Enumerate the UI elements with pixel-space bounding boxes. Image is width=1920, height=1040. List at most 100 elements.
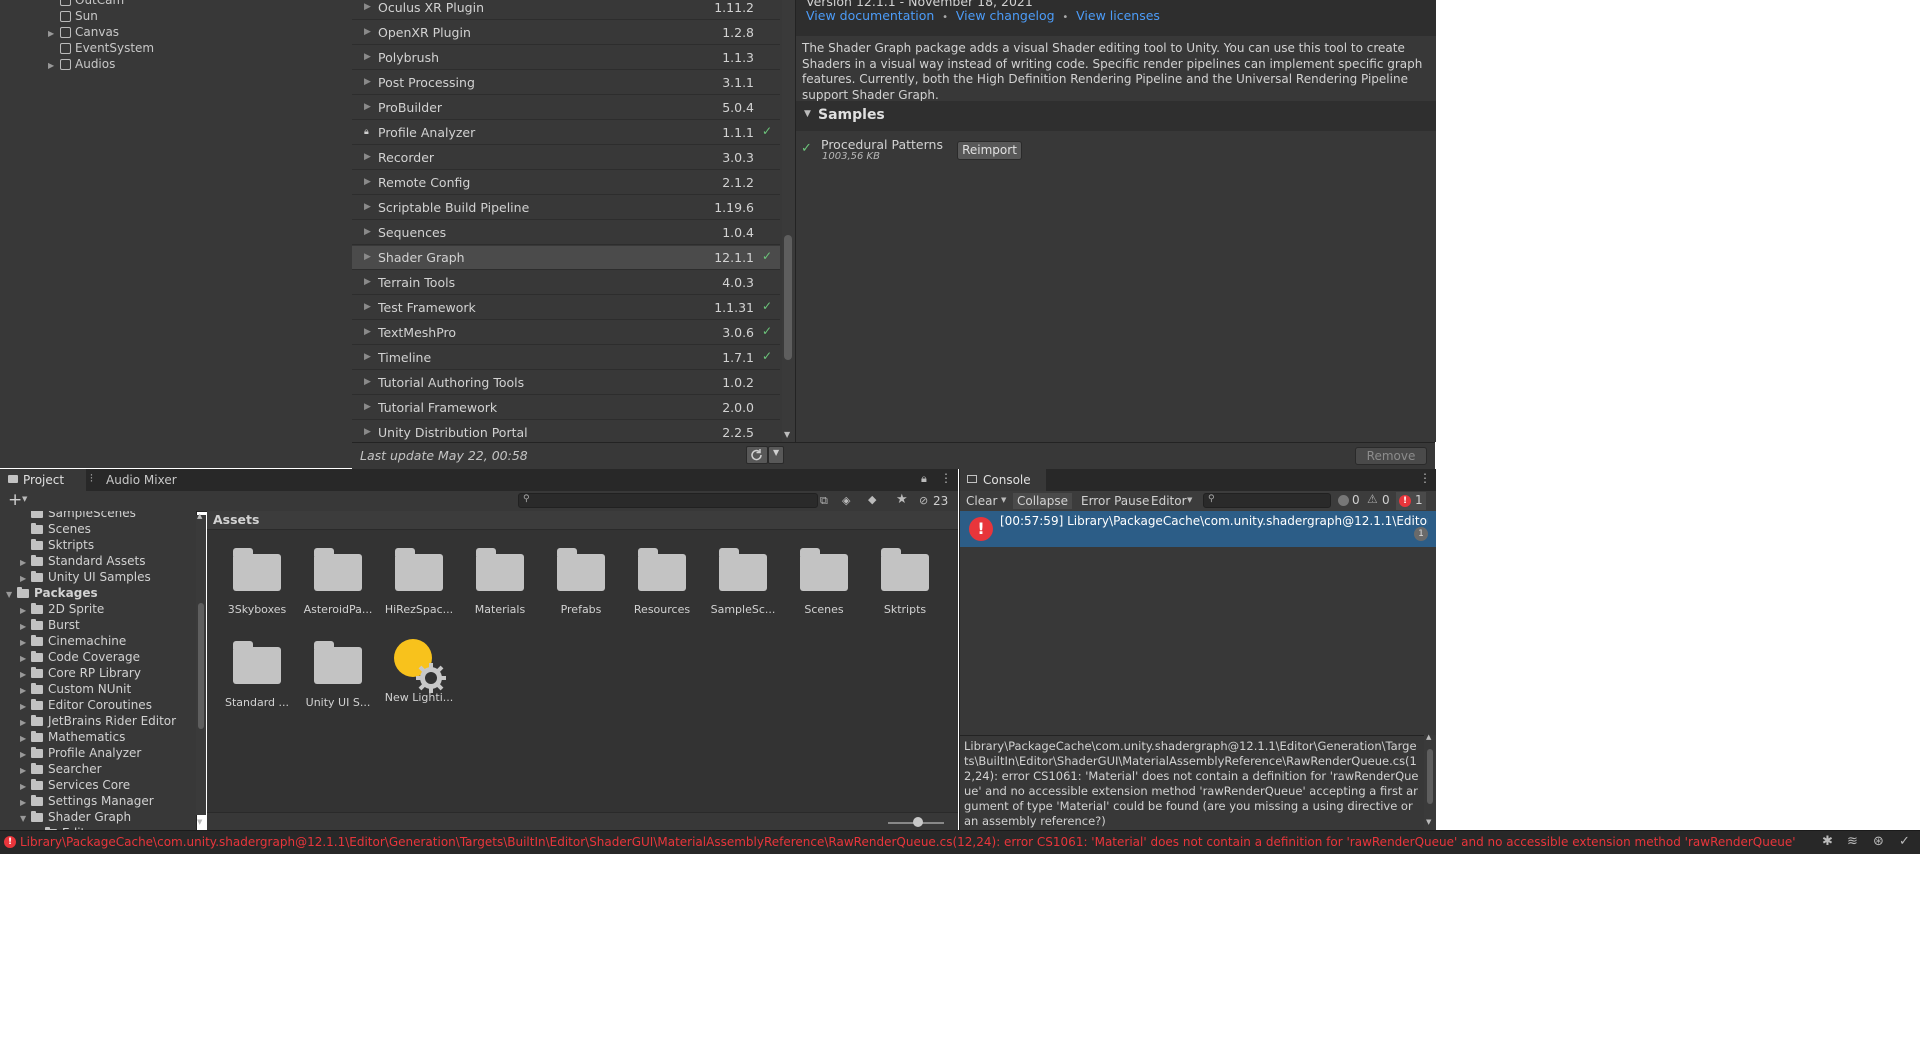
- scroll-up-arrow-icon[interactable]: ▲: [1426, 733, 1431, 741]
- favorite-star-icon[interactable]: ★: [896, 492, 908, 507]
- more-options-icon[interactable]: ⋮: [940, 471, 952, 485]
- expand-arrow-icon[interactable]: ▶: [364, 2, 371, 12]
- package-row[interactable]: ▶ Scriptable Build Pipeline 1.19.6: [352, 196, 780, 220]
- folder-tree-item[interactable]: ▶ 2D Sprite: [20, 601, 104, 617]
- remove-button[interactable]: Remove: [1355, 447, 1427, 465]
- add-icon[interactable]: +: [8, 490, 22, 510]
- status-bar[interactable]: ! Library\PackageCache\com.unity.shaderg…: [0, 830, 1920, 854]
- expand-arrow-icon[interactable]: ▶: [364, 302, 371, 312]
- progress-check-icon[interactable]: ✓: [1899, 834, 1910, 849]
- package-row[interactable]: ▶ Test Framework 1.1.31 ✓: [352, 296, 780, 320]
- expand-arrow-icon[interactable]: ▶: [364, 177, 371, 187]
- scroll-up-arrow-icon[interactable]: ▲: [197, 512, 202, 520]
- editor-target-dropdown[interactable]: Editor: [1147, 493, 1191, 509]
- package-row[interactable]: ▶ Shader Graph 12.1.1 ✓: [352, 246, 780, 270]
- expand-arrow-icon[interactable]: ▶: [364, 27, 371, 37]
- expand-arrow-icon[interactable]: ▶: [364, 77, 371, 87]
- package-row[interactable]: ▶ TextMeshPro 3.0.6 ✓: [352, 321, 780, 345]
- view-licenses-link[interactable]: View licenses: [1076, 8, 1160, 23]
- package-row[interactable]: ▶ Terrain Tools 4.0.3: [352, 271, 780, 295]
- package-row[interactable]: ▶ ProBuilder 5.0.4: [352, 96, 780, 120]
- refresh-dropdown-button[interactable]: ▼: [768, 446, 784, 464]
- folder-tree-item[interactable]: ▶ Custom NUnit: [20, 681, 131, 697]
- error-pause-toggle[interactable]: Error Pause: [1077, 493, 1153, 509]
- folder-tree-item[interactable]: ▶ Editor Coroutines: [20, 697, 152, 713]
- scroll-down-arrow-icon[interactable]: ▼: [197, 818, 202, 826]
- package-row[interactable]: ▶ Recorder 3.0.3: [352, 146, 780, 170]
- lock-icon[interactable]: 🔒︎: [921, 472, 927, 486]
- package-row[interactable]: ▶ Timeline 1.7.1 ✓: [352, 346, 780, 370]
- tab-project[interactable]: Project: [0, 469, 86, 491]
- reimport-button[interactable]: Reimport: [957, 141, 1022, 160]
- auto-generate-lighting-icon[interactable]: ⊛: [1873, 834, 1884, 849]
- view-documentation-link[interactable]: View documentation: [806, 8, 934, 23]
- zoom-slider-handle[interactable]: [913, 817, 923, 827]
- log-filter-toggle[interactable]: 0: [1336, 493, 1364, 509]
- foldout-expanded-icon[interactable]: ▼: [20, 811, 31, 827]
- folder-tree-item[interactable]: ▶ Services Core: [20, 777, 130, 793]
- package-row[interactable]: 🔒︎ Profile Analyzer 1.1.1 ✓: [352, 121, 780, 145]
- more-options-icon[interactable]: ⋮: [1419, 471, 1431, 485]
- expand-arrow-icon[interactable]: ▶: [364, 202, 371, 212]
- chevron-down-icon[interactable]: ▼: [1001, 496, 1006, 504]
- folder-tree-item[interactable]: ▶ Mathematics: [20, 729, 125, 745]
- folder-tree-item[interactable]: ▶ Core RP Library: [20, 665, 141, 681]
- folder-asset[interactable]: 3Skyboxes: [217, 548, 297, 616]
- expand-arrow-icon[interactable]: ▶: [364, 152, 371, 162]
- samples-foldout[interactable]: ▼ Samples: [796, 101, 1436, 131]
- tab-console[interactable]: Console: [960, 469, 1046, 491]
- search-by-label-icon[interactable]: ◈: [842, 494, 850, 507]
- view-changelog-link[interactable]: View changelog: [956, 8, 1055, 23]
- package-row[interactable]: ▶ OpenXR Plugin 1.2.8: [352, 21, 780, 45]
- folder-tree-item[interactable]: ▶ Settings Manager: [20, 793, 154, 809]
- folder-asset[interactable]: Resources: [622, 548, 702, 616]
- folder-asset[interactable]: Materials: [460, 548, 540, 616]
- chevron-down-icon[interactable]: ▼: [1187, 496, 1192, 504]
- collapse-toggle[interactable]: Collapse: [1013, 493, 1072, 509]
- expand-arrow-icon[interactable]: ▶: [364, 352, 371, 362]
- hierarchy-item[interactable]: ▶ Canvas: [48, 24, 119, 40]
- folder-asset[interactable]: SampleSc...: [703, 548, 783, 616]
- folder-tree-item[interactable]: Scenes: [20, 521, 91, 537]
- folder-tree-item[interactable]: ▶ Cinemachine: [20, 633, 126, 649]
- package-row[interactable]: ▶ Sequences 1.0.4: [352, 221, 780, 245]
- error-filter-toggle[interactable]: ! 1: [1396, 492, 1426, 510]
- folder-tree-item[interactable]: ▶ Unity UI Samples: [20, 569, 151, 585]
- folder-tree-scrollbar[interactable]: ▲ ▼: [196, 512, 206, 826]
- folder-tree-item[interactable]: SampleScenes: [20, 511, 136, 521]
- hierarchy-item[interactable]: ▶ Audios: [48, 56, 115, 72]
- warning-filter-toggle[interactable]: ⚠ 0: [1366, 492, 1394, 509]
- package-row[interactable]: ▶ Polybrush 1.1.3: [352, 46, 780, 70]
- expand-arrow-icon[interactable]: ▶: [364, 427, 371, 437]
- expand-arrow-icon[interactable]: ▶: [364, 402, 371, 412]
- package-row[interactable]: ▶ Unity Distribution Portal 2.2.5: [352, 421, 780, 442]
- expand-arrow-icon[interactable]: ▶: [364, 227, 371, 237]
- package-row[interactable]: ▶ Post Processing 3.1.1: [352, 71, 780, 95]
- folder-asset[interactable]: Standard ...: [217, 641, 297, 709]
- package-row[interactable]: ▶ Tutorial Framework 2.0.0: [352, 396, 780, 420]
- refresh-button[interactable]: [746, 446, 768, 464]
- console-search-input[interactable]: ⚲: [1203, 493, 1331, 508]
- folder-tree-item[interactable]: ▶ Code Coverage: [20, 649, 140, 665]
- debug-mode-icon[interactable]: ✱: [1822, 834, 1833, 849]
- folder-asset[interactable]: Unity UI S...: [298, 641, 378, 709]
- project-search-input[interactable]: ⚲: [518, 493, 818, 508]
- expand-arrow-icon[interactable]: ▶: [364, 102, 371, 112]
- folder-tree-item[interactable]: ▶ Searcher: [20, 761, 102, 777]
- package-row[interactable]: ▶ Tutorial Authoring Tools 1.0.2: [352, 371, 780, 395]
- search-by-type-icon[interactable]: ⧉: [820, 494, 828, 508]
- folder-tree-item[interactable]: ▶ Standard Assets: [20, 553, 145, 569]
- cache-server-icon[interactable]: ≋: [1847, 834, 1858, 849]
- folder-tree-item[interactable]: ▼ Shader Graph: [20, 809, 131, 825]
- console-stacktrace[interactable]: Library\PackageCache\com.unity.shadergra…: [960, 735, 1424, 830]
- package-row[interactable]: ▶ Oculus XR Plugin 1.11.2: [352, 0, 780, 20]
- breadcrumb-assets[interactable]: Assets: [213, 512, 259, 527]
- status-message[interactable]: Library\PackageCache\com.unity.shadergra…: [20, 835, 1800, 849]
- tab-audio-mixer[interactable]: ⫶ Audio Mixer: [88, 469, 184, 491]
- hierarchy-item[interactable]: EventSystem: [48, 40, 154, 56]
- stacktrace-scroll-thumb[interactable]: [1427, 749, 1433, 804]
- folder-tree-item[interactable]: ▶ JetBrains Rider Editor: [20, 713, 176, 729]
- hierarchy-item[interactable]: OutCam: [48, 0, 124, 8]
- folder-tree-item[interactable]: ▶ Profile Analyzer: [20, 745, 141, 761]
- expand-arrow-icon[interactable]: ▶: [364, 277, 371, 287]
